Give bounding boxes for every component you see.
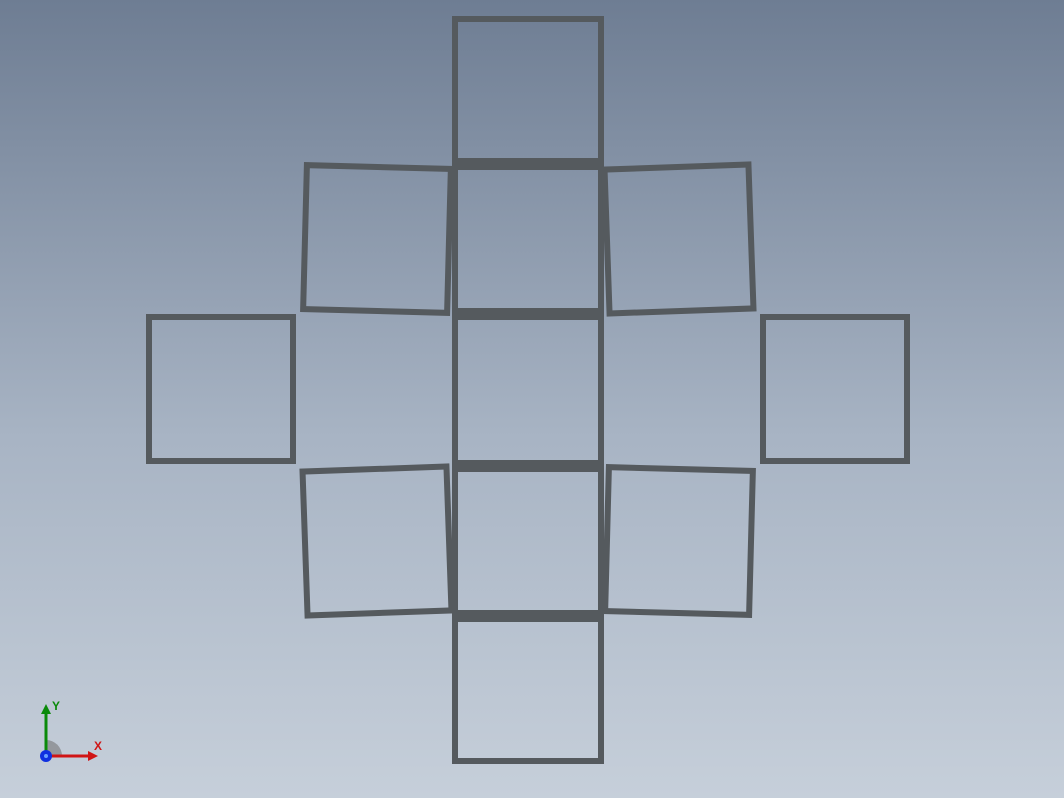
- square-row4-left[interactable]: [299, 463, 454, 618]
- model-canvas[interactable]: [0, 0, 1064, 798]
- square-row3-left-gap[interactable]: [304, 316, 454, 466]
- z-axis-dot-highlight: [44, 754, 48, 758]
- square-row2-center[interactable]: [452, 164, 604, 314]
- cad-viewport[interactable]: X Y: [0, 0, 1064, 798]
- square-row3-center[interactable]: [452, 314, 604, 466]
- y-axis-label: Y: [52, 699, 60, 713]
- square-row4-center[interactable]: [452, 466, 604, 616]
- orientation-triad[interactable]: X Y: [32, 690, 112, 770]
- square-row2-left[interactable]: [300, 162, 454, 316]
- triad-svg: X Y: [32, 690, 112, 770]
- square-row3-far-right[interactable]: [760, 314, 910, 464]
- square-top[interactable]: [452, 16, 604, 164]
- x-axis-label: X: [94, 739, 102, 753]
- square-row2-right[interactable]: [601, 161, 756, 316]
- square-bottom[interactable]: [452, 616, 604, 764]
- square-row3-right-gap[interactable]: [604, 316, 754, 466]
- square-row4-right[interactable]: [602, 464, 756, 618]
- square-row3-far-left[interactable]: [146, 314, 296, 464]
- y-axis-arrow: [41, 704, 51, 714]
